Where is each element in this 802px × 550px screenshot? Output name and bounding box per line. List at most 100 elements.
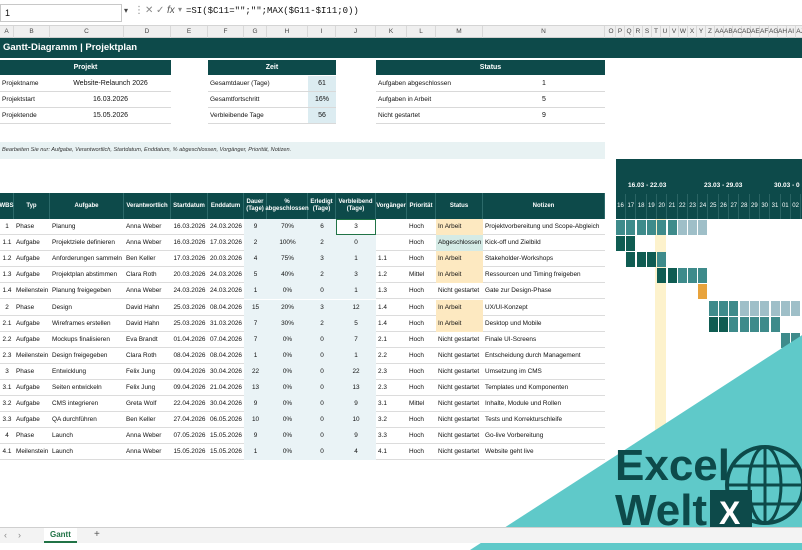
table-cell[interactable]: Entwicklung xyxy=(50,364,124,380)
table-cell[interactable]: 24.03.2026 xyxy=(208,219,244,235)
table-cell[interactable]: Hoch xyxy=(407,235,436,251)
table-cell[interactable]: Hoch xyxy=(407,332,436,348)
column-header-ad[interactable]: AD xyxy=(742,26,751,38)
table-cell[interactable]: 01.04.2026 xyxy=(171,332,208,348)
table-cell[interactable]: 3.3 xyxy=(376,428,407,444)
column-header-k[interactable]: K xyxy=(376,26,407,38)
table-cell[interactable]: Ben Keller xyxy=(124,251,171,267)
column-header-e[interactable]: E xyxy=(171,26,208,38)
column-header-y[interactable]: Y xyxy=(697,26,706,38)
column-header-af[interactable]: AF xyxy=(760,26,769,38)
table-cell[interactable]: 0% xyxy=(267,331,308,348)
table-cell[interactable]: 24.03.2026 xyxy=(171,283,208,299)
table-cell[interactable]: Felix Jung xyxy=(124,364,171,380)
formula-input[interactable]: =SI($C11="";"";MAX($G11-$I11;0)) xyxy=(186,6,359,16)
table-cell[interactable]: Wireframes erstellen xyxy=(50,316,124,332)
table-cell[interactable]: 75% xyxy=(267,251,308,268)
table-cell[interactable]: 0% xyxy=(267,444,308,461)
table-cell[interactable]: 30% xyxy=(267,315,308,332)
table-cell[interactable]: Anforderungen sammeln xyxy=(50,251,124,267)
table-cell[interactable]: 08.04.2026 xyxy=(208,300,244,316)
table-cell[interactable]: Launch xyxy=(50,444,124,460)
table-cell[interactable]: Stakeholder-Workshops xyxy=(483,251,605,267)
table-cell[interactable]: Hoch xyxy=(407,412,436,428)
table-cell[interactable]: 16.03.2026 xyxy=(171,219,208,235)
table-row[interactable]: 1.1 Aufgabe Projektziele definieren Anna We… xyxy=(0,235,605,252)
column-header-z[interactable]: Z xyxy=(706,26,715,38)
table-cell[interactable]: Hoch xyxy=(407,219,436,235)
table-cell[interactable]: 15.05.2026 xyxy=(171,444,208,460)
column-header-b[interactable]: B xyxy=(14,26,50,38)
table-cell[interactable]: 1.4 xyxy=(376,300,407,316)
column-header-q[interactable]: Q xyxy=(625,26,634,38)
table-cell[interactable]: 0% xyxy=(267,363,308,380)
table-cell[interactable]: Mockups finalisieren xyxy=(50,332,124,348)
table-cell[interactable]: Hoch xyxy=(407,380,436,396)
table-cell[interactable]: 0% xyxy=(267,380,308,396)
column-header-u[interactable]: U xyxy=(661,26,670,38)
column-header-n[interactable]: N xyxy=(483,26,605,38)
table-cell[interactable]: 4.1 xyxy=(376,444,407,460)
chevron-right-icon[interactable]: › xyxy=(18,530,21,540)
table-cell[interactable]: 08.04.2026 xyxy=(208,348,244,364)
more-options-icon[interactable]: ⋮ xyxy=(134,5,144,16)
column-header-ae[interactable]: AE xyxy=(751,26,760,38)
column-header-o[interactable]: O xyxy=(607,26,616,38)
table-cell[interactable]: 07.04.2026 xyxy=(208,332,244,348)
table-row[interactable]: 1 Phase Planung Anna Weber 16.03.2026 24.03.2… xyxy=(0,219,605,235)
table-cell[interactable]: 20.03.2026 xyxy=(171,267,208,283)
column-header-aj[interactable]: AJ xyxy=(796,26,802,38)
table-row[interactable]: 1.4 Meilenstein Planung freigegeben Anna We… xyxy=(0,283,605,300)
table-cell[interactable]: Kick-off und Zielbild xyxy=(483,235,605,251)
table-cell[interactable]: 2.1 xyxy=(376,332,407,348)
chevron-down-icon[interactable]: ▾ xyxy=(124,6,128,15)
table-cell[interactable]: Design xyxy=(50,300,124,316)
table-cell[interactable]: 17.03.2026 xyxy=(208,235,244,251)
table-cell[interactable]: QA durchführen xyxy=(50,412,124,428)
table-cell[interactable]: Hoch xyxy=(407,428,436,444)
name-box[interactable]: 1 xyxy=(0,4,122,22)
table-cell[interactable]: 2.3 xyxy=(376,364,407,380)
table-cell[interactable]: 2.2 xyxy=(376,348,407,364)
chevron-left-icon[interactable]: ‹ xyxy=(4,530,7,540)
table-cell[interactable]: David Hahn xyxy=(124,300,171,316)
table-cell[interactable]: 1.4 xyxy=(376,316,407,332)
sheet-tab-gantt[interactable]: Gantt xyxy=(44,528,77,543)
table-cell[interactable]: Greta Wolf xyxy=(124,396,171,412)
table-cell[interactable]: 22.04.2026 xyxy=(171,396,208,412)
table-cell[interactable]: Hoch xyxy=(407,283,436,299)
column-header-ag[interactable]: AG xyxy=(769,26,778,38)
column-header-s[interactable]: S xyxy=(643,26,652,38)
table-cell[interactable]: 09.04.2026 xyxy=(171,380,208,396)
column-header-aa[interactable]: AA xyxy=(715,26,724,38)
table-cell[interactable]: 0% xyxy=(267,412,308,429)
table-cell[interactable]: 25.03.2026 xyxy=(171,300,208,316)
column-header-i[interactable]: I xyxy=(308,26,336,38)
table-cell[interactable]: 2.3 xyxy=(376,380,407,396)
table-cell[interactable]: 70% xyxy=(267,219,308,235)
column-header-ai[interactable]: AI xyxy=(787,26,796,38)
table-cell[interactable]: 20% xyxy=(267,299,308,316)
column-header-ab[interactable]: AB xyxy=(724,26,733,38)
table-cell[interactable]: 100% xyxy=(267,235,308,252)
table-cell[interactable]: Ressourcen und Timing freigeben xyxy=(483,267,605,283)
table-cell[interactable]: Hoch xyxy=(407,444,436,460)
table-cell[interactable]: 1.1 xyxy=(376,251,407,267)
table-cell[interactable]: 15.05.2026 xyxy=(208,428,244,444)
column-header-f[interactable]: F xyxy=(208,26,244,38)
table-cell[interactable]: Felix Jung xyxy=(124,380,171,396)
table-cell[interactable]: 07.05.2026 xyxy=(171,428,208,444)
table-cell[interactable]: 31.03.2026 xyxy=(208,316,244,332)
column-header-ac[interactable]: AC xyxy=(733,26,742,38)
table-cell[interactable]: Anna Weber xyxy=(124,219,171,235)
table-cell[interactable]: 0% xyxy=(267,283,308,300)
table-cell[interactable]: David Hahn xyxy=(124,316,171,332)
table-cell[interactable]: Planung xyxy=(50,219,124,235)
column-header-v[interactable]: V xyxy=(670,26,679,38)
column-header-r[interactable]: R xyxy=(634,26,643,38)
table-cell[interactable]: Clara Roth xyxy=(124,348,171,364)
column-header-w[interactable]: W xyxy=(679,26,688,38)
table-cell[interactable]: Projektplan abstimmen xyxy=(50,267,124,283)
table-cell[interactable]: Mittel xyxy=(407,396,436,412)
table-cell[interactable]: 1.3 xyxy=(376,283,407,299)
